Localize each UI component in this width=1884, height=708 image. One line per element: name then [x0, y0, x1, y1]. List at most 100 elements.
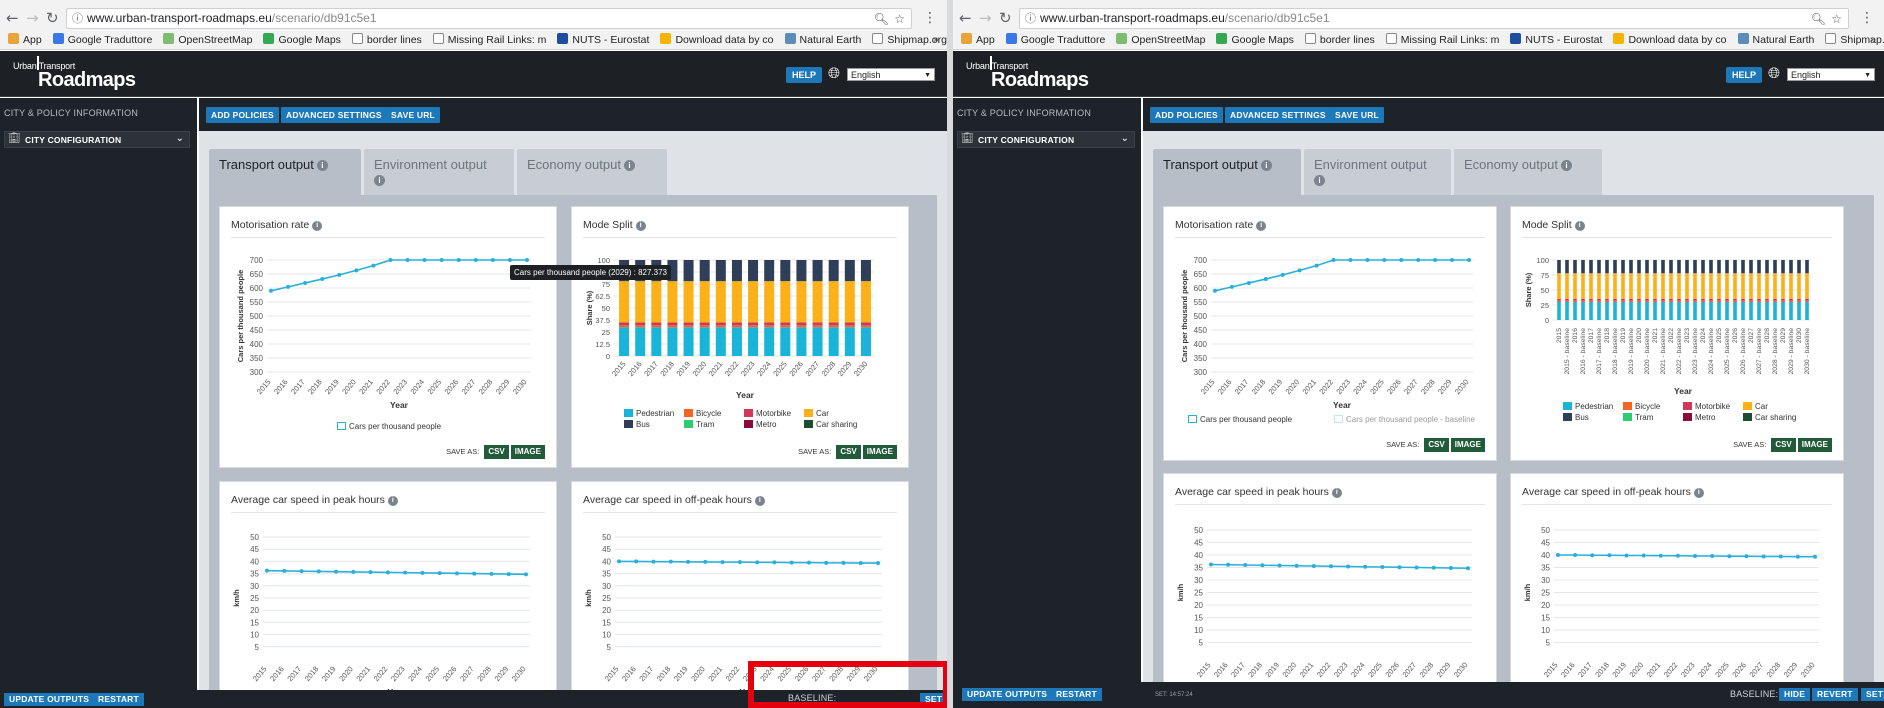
tab-economy-output[interactable]: Economy output i [517, 149, 667, 195]
forward-icon[interactable]: → [26, 9, 39, 27]
legend-item-pedestrian[interactable]: Pedestrian [1563, 402, 1613, 411]
address-bar[interactable]: ⓘ www.urban-transport-roadmaps.eu/scenar… [66, 8, 912, 29]
restart-button[interactable]: RESTART [1051, 688, 1102, 701]
zoom-icon[interactable]: 🔍︎ [874, 10, 889, 29]
menu-icon[interactable]: ⋮ [1860, 10, 1874, 26]
bookmark-item[interactable]: App [8, 30, 42, 49]
legend-item-tram[interactable]: Tram [1623, 413, 1653, 422]
legend-label: Cars per thousand people [349, 422, 442, 431]
star-icon[interactable]: ☆ [894, 10, 905, 29]
help-button[interactable]: HELP [786, 67, 823, 83]
bookmark-item[interactable]: App [961, 30, 995, 49]
tab-environment-output[interactable]: Environment output i [364, 149, 514, 195]
bookmark-item[interactable]: border lines [351, 30, 422, 49]
info-icon[interactable]: i [623, 160, 635, 171]
info-icon[interactable]: i [374, 175, 385, 186]
legend-item-car-sharing[interactable]: Car sharing [804, 420, 857, 429]
bookmark-item[interactable]: OpenStreetMap [1116, 30, 1205, 49]
save-url-button[interactable]: SAVE URL [1330, 107, 1384, 123]
bookmark-item[interactable]: Download data by co [660, 30, 774, 49]
save-csv-button[interactable]: CSV [1771, 438, 1796, 452]
advanced-settings-button[interactable]: ADVANCED SETTINGS [281, 107, 387, 123]
add-policies-button[interactable]: ADD POLICIES [206, 107, 279, 123]
save-csv-button[interactable]: CSV [484, 445, 509, 459]
legend-item-metro[interactable]: Metro [1683, 413, 1715, 422]
info-icon[interactable]: i [316, 160, 328, 171]
info-icon[interactable]: i [1314, 175, 1325, 186]
city-configuration-toggle[interactable]: 🏢︎ CITY CONFIGURATION ⌄ [4, 131, 190, 148]
bookmark-item[interactable]: Natural Earth [784, 30, 861, 49]
bar-segment [1645, 273, 1649, 299]
set-baseline-button[interactable]: SET [1861, 688, 1884, 701]
bookmark-item[interactable]: Google Maps [1216, 30, 1294, 49]
bookmark-item[interactable]: Missing Rail Links: m [1385, 30, 1499, 49]
legend-item-baseline[interactable]: Cars per thousand people - baseline [1334, 415, 1475, 424]
bookmark-item[interactable]: Google Maps [263, 30, 341, 49]
star-icon[interactable]: ☆ [1831, 10, 1842, 29]
legend-item-pedestrian[interactable]: Pedestrian [624, 409, 674, 418]
legend-item-metro[interactable]: Metro [744, 420, 776, 429]
reload-icon[interactable]: ↻ [46, 9, 59, 27]
zoom-icon[interactable]: 🔍︎ [1811, 10, 1826, 29]
advanced-settings-button[interactable]: ADVANCED SETTINGS [1225, 107, 1331, 123]
legend-item-car[interactable]: Car [804, 409, 829, 418]
bookmark-item[interactable]: NUTS - Eurostat [557, 30, 649, 49]
update-outputs-button[interactable]: UPDATE OUTPUTS [4, 693, 95, 706]
legend-item-motorbike[interactable]: Motorbike [1683, 402, 1730, 411]
legend-item-bus[interactable]: Bus [624, 420, 650, 429]
logo[interactable]: Roadmaps [38, 69, 136, 92]
info-icon[interactable]: i [1260, 160, 1272, 171]
restart-button[interactable]: RESTART [93, 693, 144, 706]
language-select[interactable]: English ▼ [1787, 68, 1875, 81]
bookmark-item[interactable]: OpenStreetMap [163, 30, 252, 49]
legend-item[interactable]: Cars per thousand people [337, 422, 441, 431]
save-image-button[interactable]: IMAGE [1797, 438, 1832, 452]
language-select[interactable]: English ▼ [847, 68, 935, 81]
reload-icon[interactable]: ↻ [999, 9, 1012, 27]
save-csv-button[interactable]: CSV [836, 445, 861, 459]
back-icon[interactable]: ← [6, 9, 19, 27]
info-icon[interactable]: i [1560, 160, 1572, 171]
save-image-button[interactable]: IMAGE [862, 445, 897, 459]
help-button[interactable]: HELP [1726, 67, 1763, 83]
add-policies-button[interactable]: ADD POLICIES [1150, 107, 1223, 123]
logo[interactable]: Roadmaps [991, 69, 1089, 92]
bookmark-item[interactable]: NUTS - Eurostat [1510, 30, 1602, 49]
save-csv-button[interactable]: CSV [1424, 438, 1449, 452]
bar-segment [1629, 300, 1633, 302]
update-outputs-button[interactable]: UPDATE OUTPUTS [962, 688, 1053, 701]
city-configuration-toggle[interactable]: 🏢︎ CITY CONFIGURATION ⌄ [957, 131, 1135, 148]
bookmarks-more-icon[interactable]: » [1870, 30, 1876, 49]
menu-icon[interactable]: ⋮ [923, 10, 937, 26]
tab-transport-output[interactable]: Transport output i [209, 149, 361, 195]
bookmark-item[interactable]: Download data by co [1613, 30, 1727, 49]
hide-baseline-button[interactable]: HIDE [1779, 688, 1811, 701]
legend-item[interactable]: Cars per thousand people [1188, 415, 1292, 424]
legend-item-bus[interactable]: Bus [1563, 413, 1589, 422]
bookmark-item[interactable]: Natural Earth [1737, 30, 1814, 49]
forward-icon[interactable]: → [979, 9, 992, 27]
legend-item-bicycle[interactable]: Bicycle [1623, 402, 1660, 411]
save-url-button[interactable]: SAVE URL [386, 107, 440, 123]
legend-item-tram[interactable]: Tram [684, 420, 714, 429]
save-image-button[interactable]: IMAGE [1450, 438, 1485, 452]
legend-item-bicycle[interactable]: Bicycle [684, 409, 721, 418]
bookmark-item[interactable]: Missing Rail Links: m [432, 30, 546, 49]
info-icon[interactable]: ⓘ [1025, 9, 1036, 28]
legend-item-car[interactable]: Car [1743, 402, 1768, 411]
address-bar[interactable]: ⓘ www.urban-transport-roadmaps.eu/scenar… [1019, 8, 1849, 29]
save-image-button[interactable]: IMAGE [510, 445, 545, 459]
bookmarks-more-icon[interactable]: » [933, 30, 939, 49]
revert-baseline-button[interactable]: REVERT [1812, 688, 1858, 701]
bookmark-item[interactable]: Google Traduttore [52, 30, 152, 49]
back-icon[interactable]: ← [959, 9, 972, 27]
tab-transport-output[interactable]: Transport output i [1153, 149, 1301, 195]
city-configuration-label: CITY CONFIGURATION [978, 135, 1075, 145]
tab-economy-output[interactable]: Economy output i [1454, 149, 1602, 195]
legend-item-motorbike[interactable]: Motorbike [744, 409, 791, 418]
bookmark-item[interactable]: border lines [1304, 30, 1375, 49]
info-icon[interactable]: ⓘ [72, 9, 83, 28]
bookmark-item[interactable]: Google Traduttore [1005, 30, 1105, 49]
legend-item-car-sharing[interactable]: Car sharing [1743, 413, 1796, 422]
tab-environment-output[interactable]: Environment output i [1304, 149, 1451, 195]
